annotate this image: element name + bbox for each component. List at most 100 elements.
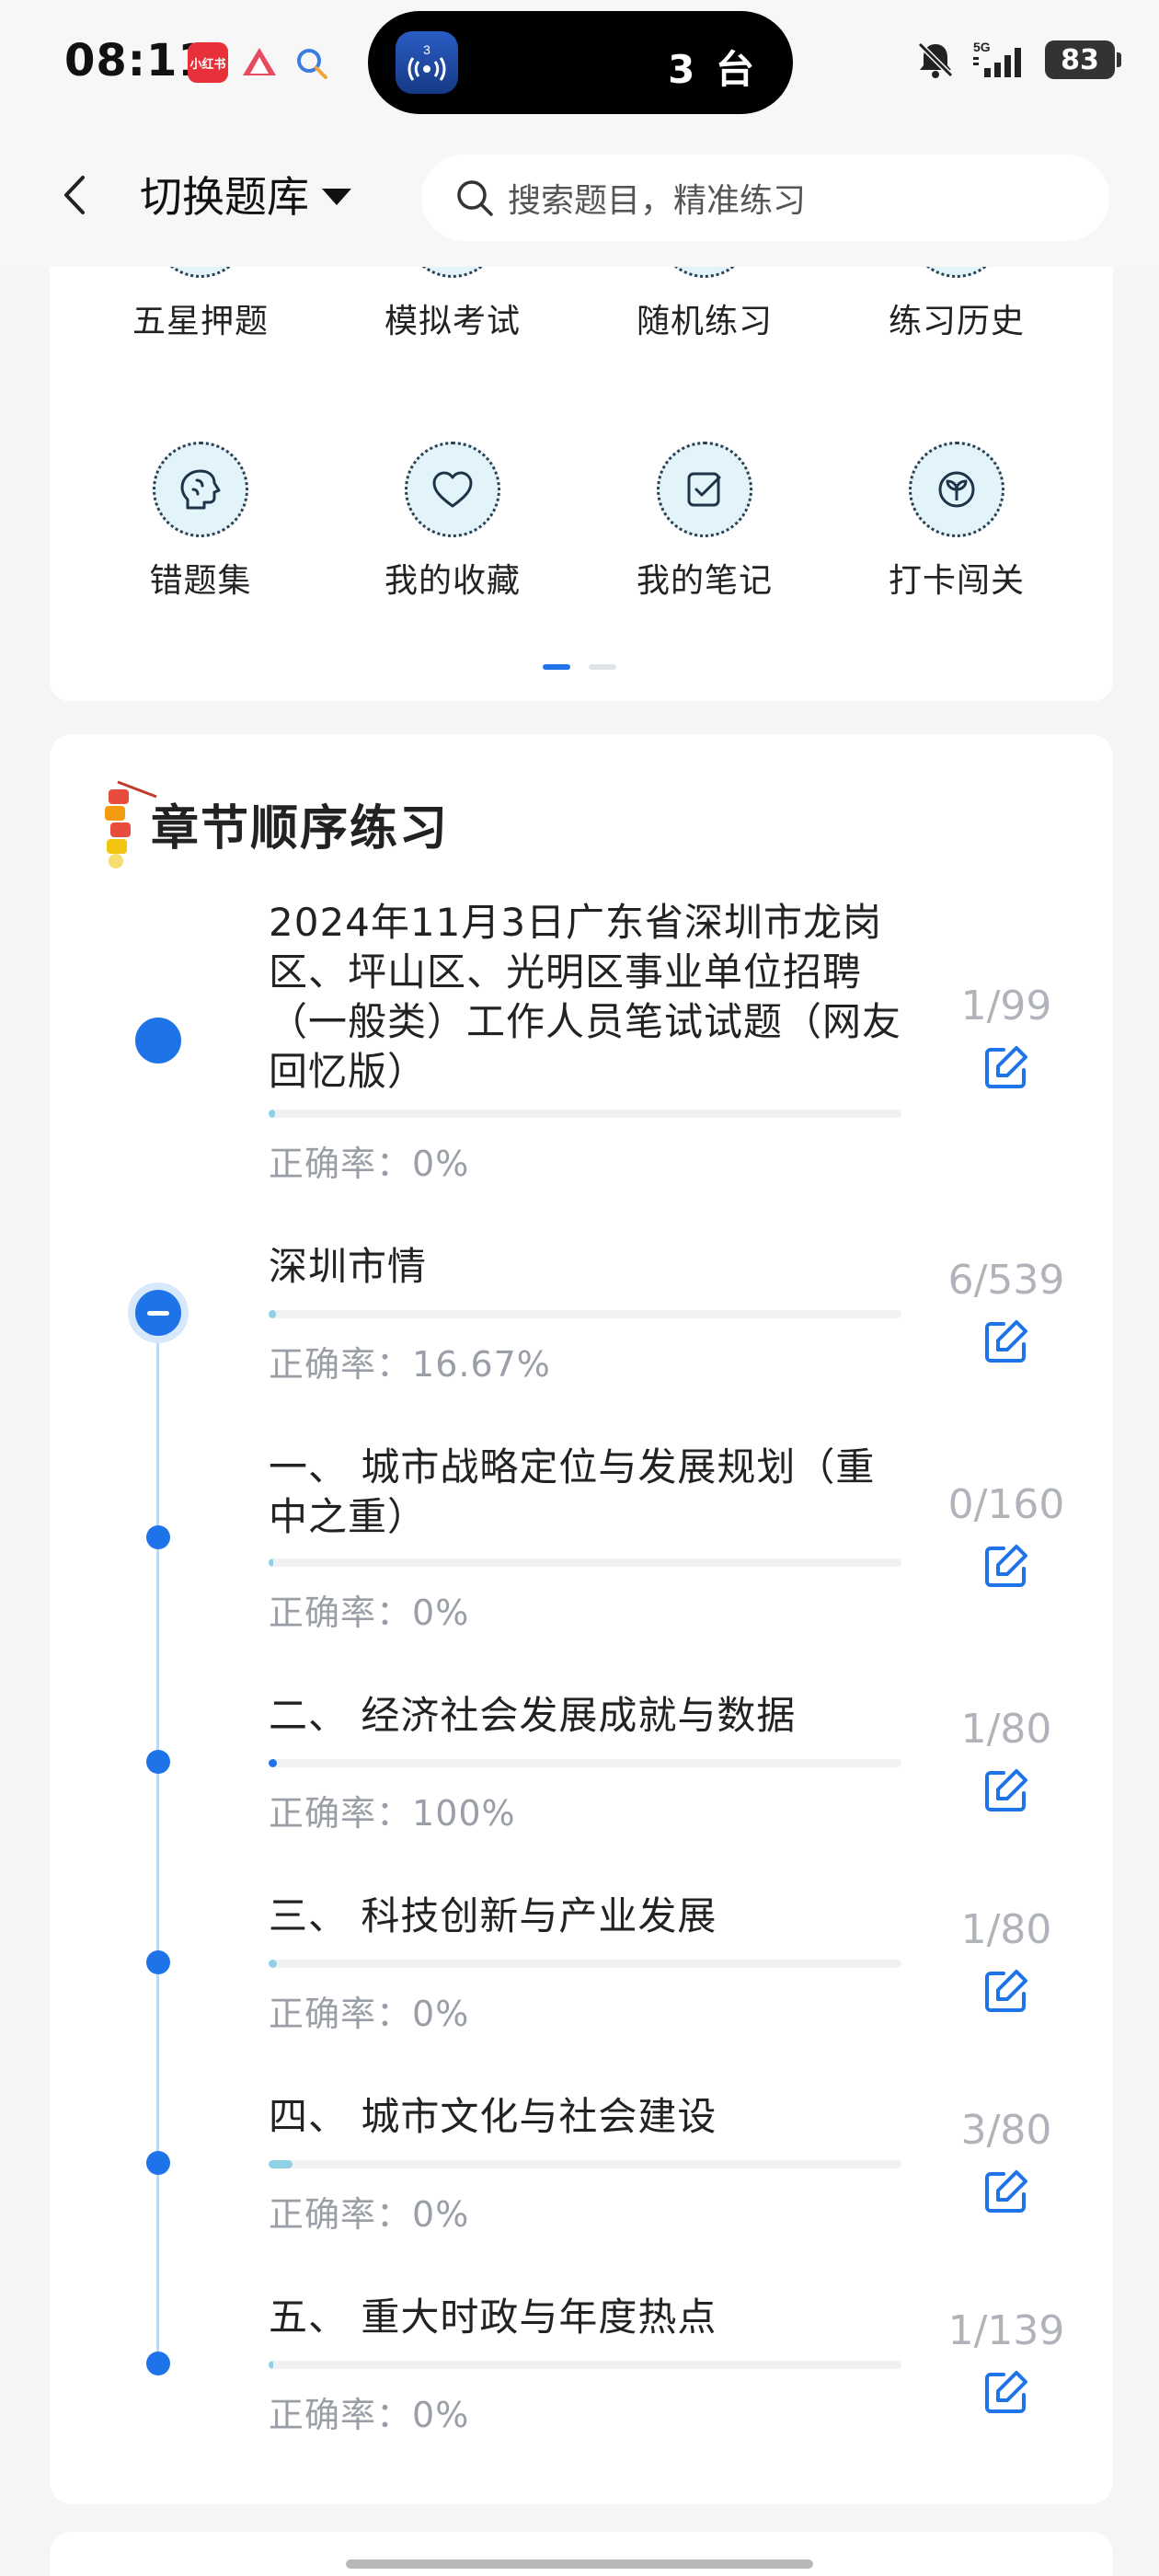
question-count: 0/160 [947, 1481, 1065, 1528]
search-icon [457, 180, 493, 216]
accuracy-text: 正确率：0% [269, 1144, 470, 1184]
grid-item-label: 模拟考试 [384, 303, 521, 340]
practice-edit-button[interactable] [973, 1535, 1038, 1599]
svg-text:5G: 5G [973, 40, 991, 54]
chevron-left-icon [64, 176, 85, 214]
section-title: 章节顺序练习 [151, 801, 450, 857]
question-count: 6/539 [947, 1257, 1065, 1304]
grid-item-label: 随机练习 [636, 303, 773, 340]
timeline-node [146, 1750, 170, 1774]
grid-item-my-favorites[interactable]: 我的收藏 [342, 442, 563, 602]
timeline-node [146, 1950, 170, 1974]
signal-5g-icon: 5G [973, 40, 1021, 77]
triangle-app-icon [239, 42, 280, 83]
progress-bar [269, 1960, 901, 1968]
cast-icon: 3 [396, 31, 458, 94]
progress-bar [269, 1110, 901, 1118]
practice-edit-button[interactable] [973, 1960, 1038, 2024]
status-bar: 08:11 小红书 3 3 台 5G 83 [0, 0, 1159, 129]
chapter-row-title[interactable]: 二、 经济社会发展成就与数据 [269, 1691, 912, 1741]
edit-icon [985, 2371, 1027, 2413]
chapter-row-title[interactable]: 三、 科技创新与产业发展 [269, 1892, 912, 1941]
caret-down-icon [322, 189, 351, 205]
accuracy-text: 正确率：100% [269, 1793, 516, 1834]
edit-icon [985, 1970, 1027, 2012]
progress-fill [269, 2160, 293, 2168]
progress-bar [269, 1759, 901, 1767]
progress-fill [269, 1558, 273, 1567]
heart-icon [405, 442, 500, 537]
svg-text:3: 3 [423, 42, 430, 57]
timeline-node [135, 1018, 181, 1064]
next-section-card [50, 2532, 1113, 2576]
xiaohongshu-app-icon: 小红书 [188, 42, 228, 83]
progress-bar [269, 1558, 901, 1567]
search-input[interactable]: 搜索题目，精准练习 [421, 155, 1109, 241]
accuracy-text: 正确率：0% [269, 1994, 470, 2034]
switch-bank-label: 切换题库 [140, 172, 309, 222]
timeline-collapse-toggle[interactable] [135, 1290, 181, 1336]
top-navigation: 切换题库 搜索题目，精准练习 [0, 129, 1159, 267]
progress-bar [269, 2160, 901, 2168]
edit-icon [985, 1046, 1027, 1088]
notification-icons: 小红书 [188, 42, 331, 83]
chapter-row-title[interactable]: 一、 城市战略定位与发展规划（重中之重） [269, 1443, 912, 1542]
system-indicators: 5G 83 [914, 39, 1121, 81]
accuracy-text: 正确率：0% [269, 1593, 470, 1633]
search-app-icon [291, 42, 331, 83]
quick-actions-card: 五星押题 模拟考试 随机练习 练习历史 错题集 我的收藏 我的笔记 打卡闯关 [50, 221, 1113, 701]
grid-item-label: 我的收藏 [384, 562, 521, 600]
chapter-practice-card: 章节顺序练习 2024年11月3日广东省深圳市龙岗区、坪山区、光明区事业单位招聘… [50, 734, 1113, 2504]
page-indicator [543, 664, 616, 670]
progress-fill [269, 1759, 277, 1767]
question-count: 1/80 [960, 1706, 1052, 1753]
edit-icon [985, 1320, 1027, 1363]
practice-edit-button[interactable] [973, 1759, 1038, 1823]
accuracy-text: 正确率：0% [269, 2395, 470, 2435]
bell-muted-icon [917, 41, 954, 78]
chapter-row-title[interactable]: 深圳市情 [269, 1242, 912, 1292]
chapter-row-title[interactable]: 五、 重大时政与年度热点 [269, 2293, 912, 2342]
question-count: 3/80 [960, 2107, 1052, 2154]
practice-edit-button[interactable] [973, 1310, 1038, 1374]
grid-item-label: 我的笔记 [636, 562, 773, 600]
brain-icon [153, 442, 248, 537]
practice-edit-button[interactable] [973, 2361, 1038, 2425]
edit-icon [985, 2170, 1027, 2213]
home-indicator[interactable] [346, 2559, 813, 2569]
sprout-icon [909, 442, 1004, 537]
question-count: 1/80 [960, 1906, 1052, 1953]
progress-fill [269, 1960, 277, 1968]
grid-item-label: 错题集 [149, 562, 252, 600]
accuracy-text: 正确率：16.67% [269, 1344, 551, 1385]
grid-item-label: 打卡闯关 [888, 562, 1025, 600]
question-count: 1/139 [947, 2307, 1065, 2354]
chapter-row-title[interactable]: 2024年11月3日广东省深圳市龙岗区、坪山区、光明区事业单位招聘（一般类）工作… [269, 898, 912, 1097]
timeline-node [146, 1525, 170, 1549]
note-check-icon [657, 442, 752, 537]
progress-fill [269, 1310, 276, 1318]
dynamic-island[interactable]: 3 3 台 [368, 11, 793, 114]
grid-item-my-notes[interactable]: 我的笔记 [594, 442, 815, 602]
timeline-node [146, 2352, 170, 2375]
grid-item-check-in[interactable]: 打卡闯关 [846, 442, 1067, 602]
timeline-line [156, 1314, 159, 2364]
progress-bar [269, 2361, 901, 2369]
timeline-node [146, 2151, 170, 2175]
page-dot-active [543, 664, 570, 670]
island-device-count: 3 台 [668, 47, 758, 92]
chapter-row-title[interactable]: 四、 城市文化与社会建设 [269, 2092, 912, 2142]
switch-question-bank-button[interactable]: 切换题库 [140, 164, 351, 224]
question-count: 1/99 [960, 983, 1052, 1029]
grid-item-wrong-questions[interactable]: 错题集 [90, 442, 311, 602]
practice-edit-button[interactable] [973, 2160, 1038, 2225]
progress-bar [269, 1310, 901, 1318]
battery-indicator: 83 [1045, 40, 1121, 79]
back-button[interactable] [48, 167, 103, 223]
edit-icon [985, 1769, 1027, 1811]
page-dot [589, 664, 616, 670]
progress-fill [269, 1110, 275, 1118]
search-placeholder: 搜索题目，精准练习 [508, 182, 807, 220]
practice-edit-button[interactable] [973, 1036, 1038, 1100]
progress-fill [269, 2361, 273, 2369]
